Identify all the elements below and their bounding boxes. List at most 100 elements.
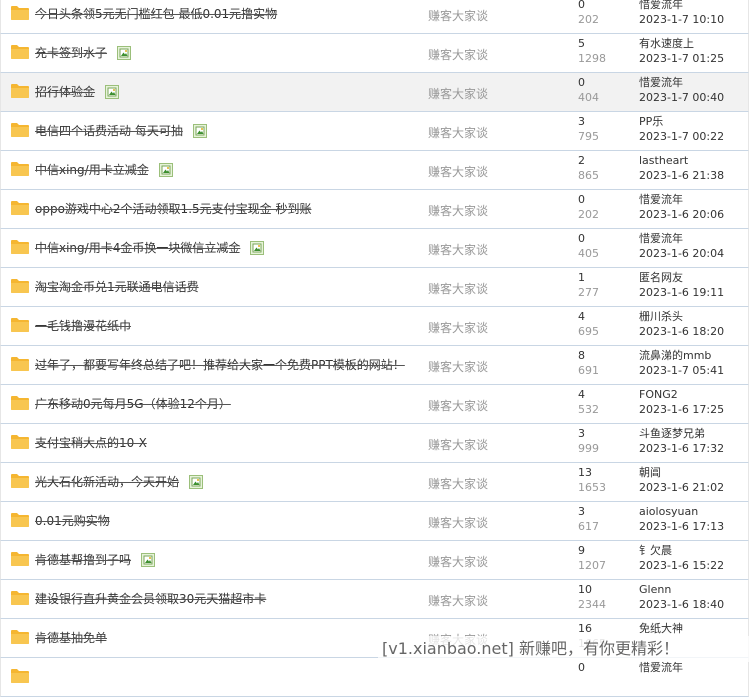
thread-row[interactable]: oppo游戏中心2个活动领取1.5元支付宝现金 秒到账 赚客大家谈 0 202 惜爱流年… xyxy=(0,190,749,229)
last-post-author[interactable]: aiolosyuan xyxy=(639,505,698,519)
forum-name[interactable]: 赚客大家谈 xyxy=(428,124,488,141)
view-count: 1207 xyxy=(578,559,606,572)
forum-name[interactable]: 赚客大家谈 xyxy=(428,163,488,180)
forum-name[interactable]: 赚客大家谈 xyxy=(428,553,488,570)
last-post-author[interactable]: FONG2 xyxy=(639,388,678,402)
thread-title-link[interactable]: 过年了，都要写年终总结了吧！推荐给大家一个免费PPT模板的网站！ xyxy=(35,358,405,372)
thread-row[interactable]: 过年了，都要写年终总结了吧！推荐给大家一个免费PPT模板的网站！ 赚客大家谈 8 69… xyxy=(0,346,749,385)
last-post-date[interactable]: 2023-1-7 10:10 xyxy=(639,13,724,27)
last-post-author[interactable]: 流鼻涕的mmb xyxy=(639,349,711,363)
last-post-author[interactable]: 朝阊 xyxy=(639,466,661,480)
view-count: 617 xyxy=(578,520,599,533)
thread-row[interactable]: 0 惜爱流年 xyxy=(0,658,749,697)
last-post-date[interactable]: 2023-1-6 17:13 xyxy=(639,520,724,534)
view-count: 865 xyxy=(578,169,599,182)
view-count: 795 xyxy=(578,130,599,143)
folder-icon xyxy=(11,512,29,527)
folder-icon xyxy=(11,44,29,59)
view-count: 1298 xyxy=(578,52,606,65)
thread-title-link[interactable]: 中信xing/用卡立减金 xyxy=(35,163,149,177)
forum-name[interactable]: 赚客大家谈 xyxy=(428,241,488,258)
view-count: 202 xyxy=(578,13,599,26)
last-post-author[interactable]: lastheart xyxy=(639,154,688,168)
forum-name[interactable]: 赚客大家谈 xyxy=(428,202,488,219)
thread-row[interactable]: 招行体验金 赚客大家谈 0 404 惜爱流年 2023-1-7 00:40 xyxy=(0,73,749,112)
last-post-author[interactable]: 栅川杀头 xyxy=(639,310,683,324)
forum-name[interactable]: 赚客大家谈 xyxy=(428,46,488,63)
thread-row[interactable]: 电信四个话费活动 每天可抽 赚客大家谈 3 795 PP乐 2023-1-7 00:22 xyxy=(0,112,749,151)
last-post-author[interactable]: Glenn xyxy=(639,583,671,597)
last-post-date[interactable]: 2023-1-7 00:40 xyxy=(639,91,724,105)
last-post-date[interactable]: 2023-1-6 21:02 xyxy=(639,481,724,495)
forum-name[interactable]: 赚客大家谈 xyxy=(428,397,488,414)
forum-name[interactable]: 赚客大家谈 xyxy=(428,592,488,609)
folder-icon xyxy=(11,317,29,332)
last-post-date[interactable]: 2023-1-6 15:22 xyxy=(639,559,724,573)
thread-title-link[interactable]: 肯德基抽免单 xyxy=(35,631,107,645)
reply-count: 0 xyxy=(578,661,585,674)
image-attachment-icon xyxy=(117,46,132,60)
forum-name[interactable]: 赚客大家谈 xyxy=(428,358,488,375)
last-post-date[interactable]: 2023-1-7 05:41 xyxy=(639,364,724,378)
thread-title-link[interactable]: 肯德基帮撸到子吗 xyxy=(35,553,131,567)
last-post-date[interactable]: 2023-1-6 20:04 xyxy=(639,247,724,261)
thread-title-link[interactable]: 中信xing/用卡4金币换一块微信立减金 xyxy=(35,241,240,255)
thread-row[interactable]: 广东移动0元每月5G（体验12个月） 赚客大家谈 4 532 FONG2 2023-1-6… xyxy=(0,385,749,424)
last-post-author[interactable]: 惜爱流年 xyxy=(639,0,683,12)
reply-count: 9 xyxy=(578,544,585,557)
thread-title-link[interactable]: 支付宝稍大点的10-X xyxy=(35,436,147,450)
last-post-author[interactable]: 免纸大神 xyxy=(639,622,683,636)
last-post-author[interactable]: 惜爱流年 xyxy=(639,193,683,207)
thread-row[interactable]: 充卡签到水子 赚客大家谈 5 1298 有水速度上 2023-1-7 01:25 xyxy=(0,34,749,73)
thread-title-link[interactable]: 充卡签到水子 xyxy=(35,46,107,60)
thread-row[interactable]: 支付宝稍大点的10-X 赚客大家谈 3 999 斗鱼逐梦兄弟 2023-1-6 17:32 xyxy=(0,424,749,463)
last-post-date[interactable]: 2023-1-6 21:38 xyxy=(639,169,724,183)
last-post-date[interactable]: 2023-1-7 00:22 xyxy=(639,130,724,144)
thread-row[interactable]: 今日头条领5元无门槛红包 最低0.01元撸实物 赚客大家谈 0 202 惜爱流年 2023… xyxy=(0,0,749,34)
last-post-author[interactable]: PP乐 xyxy=(639,115,663,129)
last-post-author[interactable]: 匿名网友 xyxy=(639,271,683,285)
thread-title-link[interactable]: oppo游戏中心2个活动领取1.5元支付宝现金 秒到账 xyxy=(35,202,311,216)
last-post-date[interactable]: 2023-1-6 18:40 xyxy=(639,598,724,612)
last-post-author[interactable]: 惜爱流年 xyxy=(639,76,683,90)
image-attachment-icon xyxy=(250,241,265,255)
thread-title-link[interactable]: 电信四个话费活动 每天可抽 xyxy=(35,124,183,138)
last-post-date[interactable]: 2023-1-6 18:20 xyxy=(639,325,724,339)
forum-name[interactable]: 赚客大家谈 xyxy=(428,514,488,531)
thread-title-link[interactable]: 一毛钱撸漫花纸巾 xyxy=(35,319,131,333)
forum-name[interactable]: 赚客大家谈 xyxy=(428,436,488,453)
thread-title-link[interactable]: 建设银行直升黄金会员领取30元天猫超市卡 xyxy=(35,592,266,606)
forum-name[interactable]: 赚客大家谈 xyxy=(428,85,488,102)
last-post-author[interactable]: 斗鱼逐梦兄弟 xyxy=(639,427,705,441)
thread-row[interactable]: 一毛钱撸漫花纸巾 赚客大家谈 4 695 栅川杀头 2023-1-6 18:20 xyxy=(0,307,749,346)
thread-row[interactable]: 中信xing/用卡立减金 赚客大家谈 2 865 lastheart 2023-1-6 2… xyxy=(0,151,749,190)
thread-row[interactable]: 肯德基帮撸到子吗 赚客大家谈 9 1207 钅欠晨 2023-1-6 15:22 xyxy=(0,541,749,580)
last-post-author[interactable]: 惜爱流年 xyxy=(639,661,683,675)
last-post-date[interactable]: 2023-1-7 01:25 xyxy=(639,52,724,66)
thread-row[interactable]: 0.01元购实物 赚客大家谈 3 617 aiolosyuan 2023-1-6 17:1… xyxy=(0,502,749,541)
forum-name[interactable]: 赚客大家谈 xyxy=(428,7,488,24)
forum-name[interactable]: 赚客大家谈 xyxy=(428,475,488,492)
thread-title-link[interactable]: 淘宝淘金币兑1元联通电信话费 xyxy=(35,280,199,294)
thread-title-link[interactable]: 广东移动0元每月5G（体验12个月） xyxy=(35,397,231,411)
last-post-date[interactable]: 2023-1-6 17:25 xyxy=(639,403,724,417)
thread-row[interactable]: 中信xing/用卡4金币换一块微信立减金 赚客大家谈 0 405 惜爱流年 2023-1-… xyxy=(0,229,749,268)
last-post-author[interactable]: 钅欠晨 xyxy=(639,544,672,558)
reply-count: 3 xyxy=(578,427,585,440)
thread-title-link[interactable]: 0.01元购实物 xyxy=(35,514,110,528)
thread-row[interactable]: 淘宝淘金币兑1元联通电信话费 赚客大家谈 1 277 匿名网友 2023-1-6 19:1… xyxy=(0,268,749,307)
thread-title-link[interactable]: 光大石化新活动，今天开始 xyxy=(35,475,179,489)
thread-row[interactable]: 建设银行直升黄金会员领取30元天猫超市卡 赚客大家谈 10 2344 Glenn 2023… xyxy=(0,580,749,619)
image-attachment-icon xyxy=(189,475,204,489)
last-post-author[interactable]: 惜爱流年 xyxy=(639,232,683,246)
thread-title-link[interactable]: 今日头条领5元无门槛红包 最低0.01元撸实物 xyxy=(35,7,277,21)
last-post-date[interactable]: 2023-1-6 17:32 xyxy=(639,442,724,456)
forum-name[interactable]: 赚客大家谈 xyxy=(428,280,488,297)
thread-title-link[interactable]: 招行体验金 xyxy=(35,85,95,99)
last-post-date[interactable]: 2023-1-6 19:11 xyxy=(639,286,724,300)
thread-row[interactable]: 光大石化新活动，今天开始 赚客大家谈 13 1653 朝阊 2023-1-6 21:02 xyxy=(0,463,749,502)
last-post-date[interactable]: 2023-1-6 20:06 xyxy=(639,208,724,222)
last-post-author[interactable]: 有水速度上 xyxy=(639,37,694,51)
image-attachment-icon xyxy=(141,553,156,567)
forum-name[interactable]: 赚客大家谈 xyxy=(428,319,488,336)
